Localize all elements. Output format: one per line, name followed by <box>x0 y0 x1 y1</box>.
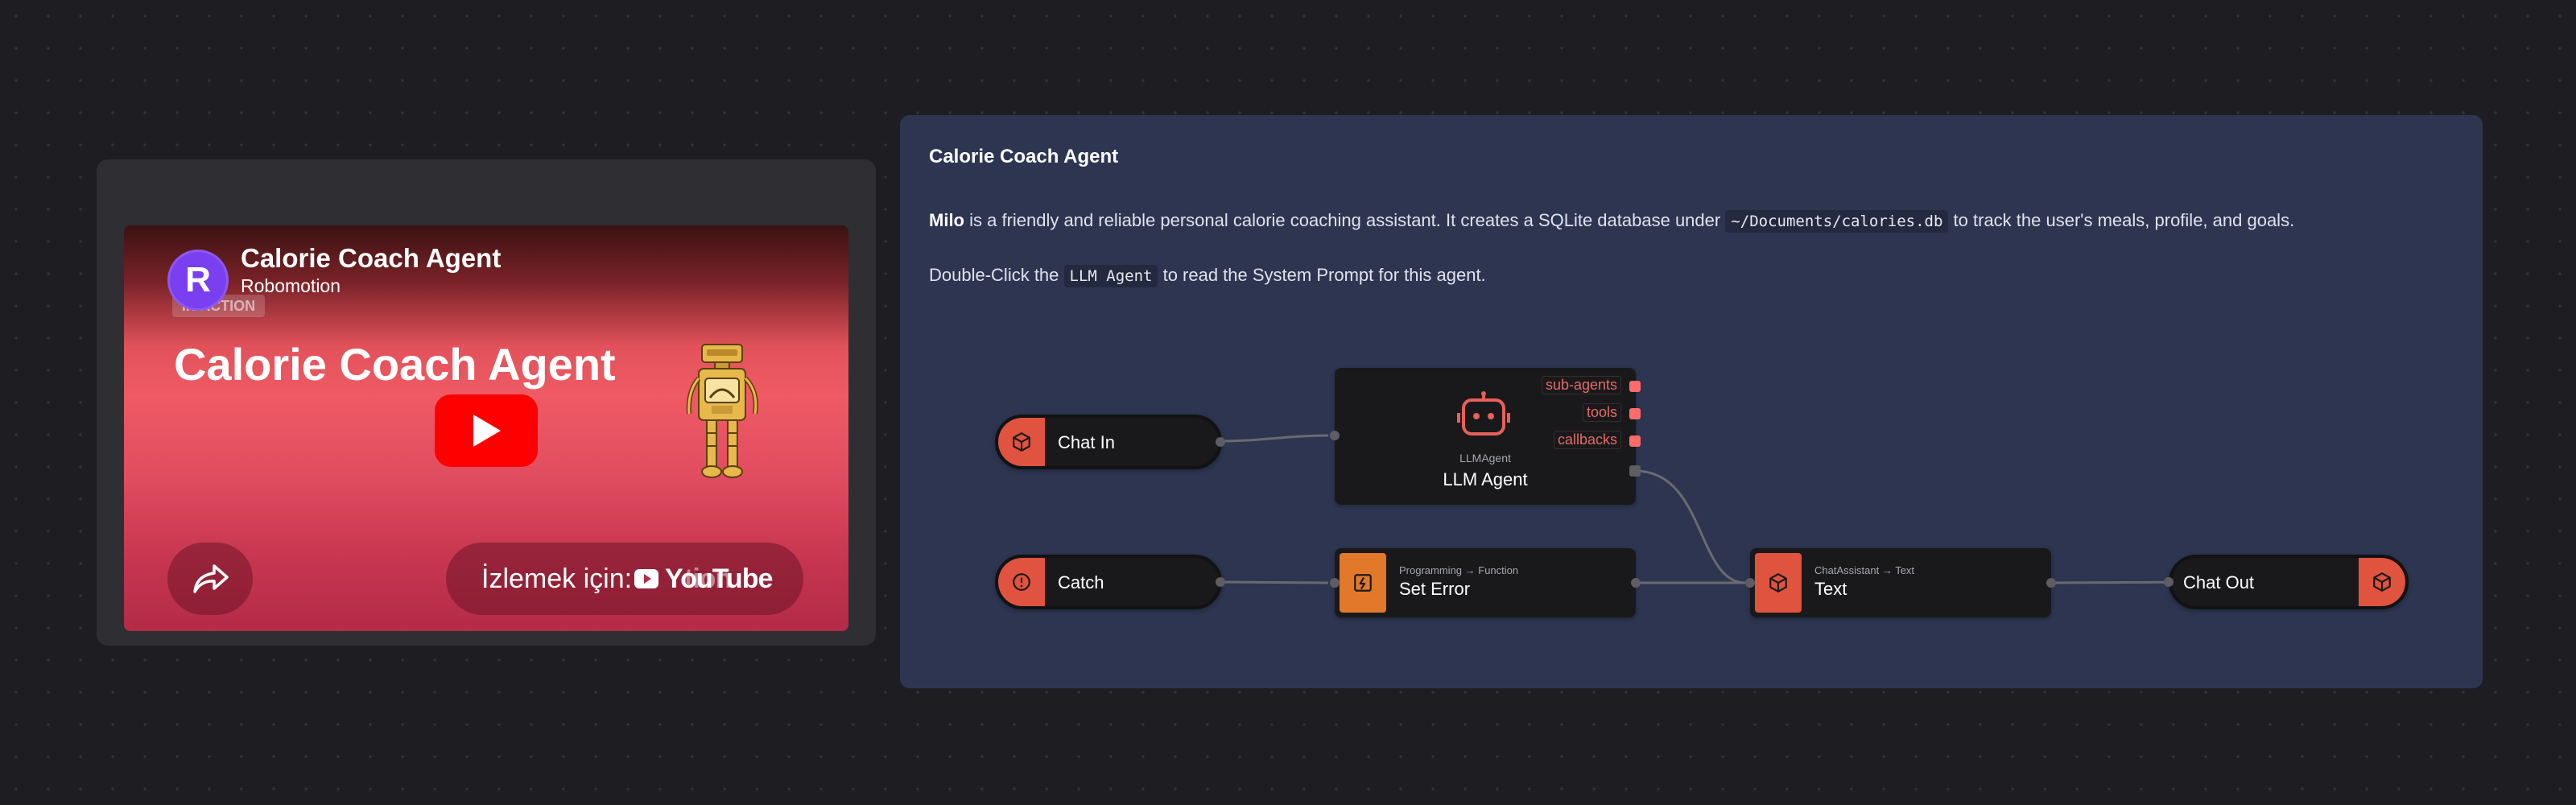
chat-out-label: Chat Out <box>2183 572 2255 592</box>
node-text[interactable]: ChatAssistant → Text Text <box>1745 548 2056 617</box>
video-embed-card: IN ACTION R Calorie Coach Agent Robomoti… <box>97 159 876 646</box>
flow-description-panel: Calorie Coach Agent Milo is a friendly a… <box>900 115 2483 688</box>
node-chat-in[interactable]: Chat In <box>995 415 1225 469</box>
chat-in-label: Chat In <box>1058 432 1115 452</box>
video-channel-name[interactable]: Robomotion <box>241 275 341 297</box>
text-output-port[interactable] <box>2046 578 2056 588</box>
thumbnail-heading: Calorie Coach Agent <box>174 339 616 390</box>
catch-output-port[interactable] <box>1216 577 1225 587</box>
node-llm-agent[interactable]: LLMAgent LLM Agent sub-agents tools call… <box>1330 368 1641 505</box>
cube-icon <box>1013 432 1030 452</box>
node-set-error[interactable]: Programming → Function Set Error <box>1330 548 1641 617</box>
catch-label: Catch <box>1058 572 1104 592</box>
callbacks-port[interactable] <box>1629 436 1641 447</box>
text-input-port[interactable] <box>1745 578 1755 588</box>
edge-chatin-llm <box>1220 434 1329 443</box>
watch-on-youtube-button[interactable]: İzlemek için: tion YouTube <box>446 543 803 615</box>
slot-tools: tools <box>1582 403 1621 422</box>
set-error-category: Programming → Function <box>1399 564 1519 576</box>
catch-icon-box <box>998 558 1045 606</box>
sub-agents-port[interactable] <box>1629 381 1641 392</box>
video-thumbnail[interactable]: IN ACTION R Calorie Coach Agent Robomoti… <box>124 225 848 631</box>
llm-agent-type: LLMAgent <box>1459 452 1511 464</box>
set-error-input-port[interactable] <box>1330 578 1340 588</box>
chat-in-output-port[interactable] <box>1216 437 1225 447</box>
chat-out-input-port[interactable] <box>2164 577 2174 587</box>
node-chat-out[interactable]: Chat Out <box>2164 555 2409 609</box>
robot-icon <box>1457 391 1510 436</box>
text-icon-box <box>1755 553 1802 613</box>
channel-avatar[interactable]: R <box>167 250 229 311</box>
llm-agent-output-port[interactable] <box>1629 465 1641 477</box>
play-icon <box>473 415 501 447</box>
chat-in-icon-box <box>998 418 1045 466</box>
set-error-output-port[interactable] <box>1631 578 1641 588</box>
video-title[interactable]: Calorie Coach Agent <box>241 243 501 274</box>
set-error-icon-box <box>1340 553 1386 613</box>
robot-illustration <box>686 344 758 478</box>
alert-circle-icon <box>1013 573 1030 591</box>
slot-callbacks: callbacks <box>1553 431 1621 449</box>
text-category: ChatAssistant → Text <box>1814 564 1915 576</box>
node-catch[interactable]: Catch <box>995 555 1225 609</box>
share-icon <box>193 564 229 593</box>
youtube-logo-icon <box>634 569 658 588</box>
llm-agent-input-port[interactable] <box>1330 431 1340 440</box>
cube-icon <box>1769 573 1787 592</box>
function-icon <box>1354 574 1372 592</box>
text-label: Text <box>1814 579 1847 599</box>
llm-agent-label: LLM Agent <box>1443 469 1528 489</box>
watch-on-label: İzlemek için: <box>481 564 633 594</box>
share-button[interactable] <box>167 543 253 615</box>
youtube-wordmark: YouTube <box>665 564 773 594</box>
edge-catch-seterror <box>1220 580 1329 584</box>
set-error-label: Set Error <box>1399 579 1471 599</box>
slot-sub-agents: sub-agents <box>1541 376 1621 394</box>
cube-icon <box>2373 572 2391 592</box>
chat-out-icon-box <box>2359 558 2405 606</box>
tools-port[interactable] <box>1629 408 1641 419</box>
play-button[interactable] <box>435 394 538 467</box>
edge-llm-text <box>1635 469 1746 584</box>
